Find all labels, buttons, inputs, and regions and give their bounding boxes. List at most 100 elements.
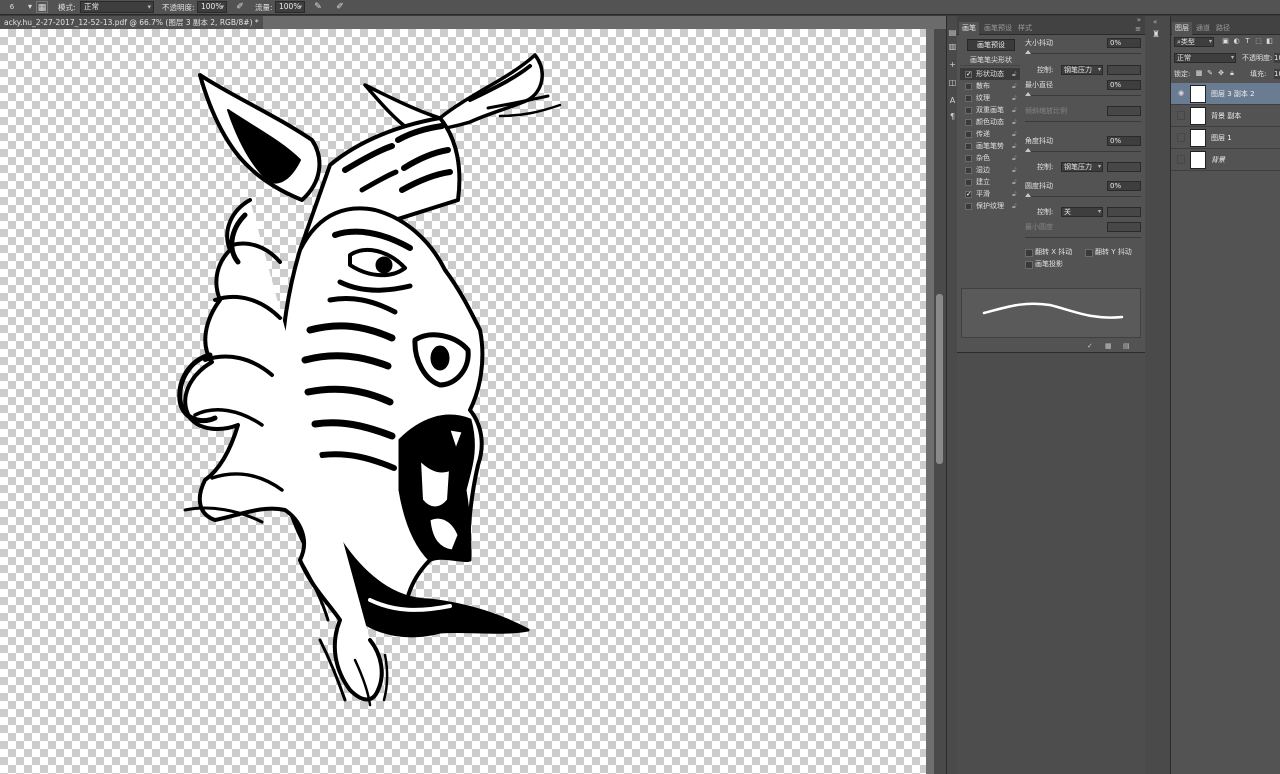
filter-type-icon[interactable]: T [1243, 37, 1252, 46]
option-lock-icon[interactable]: 🔓︎ [1012, 128, 1017, 140]
slider-knob[interactable] [1025, 148, 1031, 152]
brush-option-checkbox[interactable] [965, 107, 972, 114]
brush-preset-picker-icon[interactable]: 6 [6, 1, 18, 13]
character-icon[interactable]: A [948, 96, 957, 105]
brush-option-checkbox[interactable] [965, 131, 972, 138]
brush-option-checkbox[interactable] [965, 179, 972, 186]
panel-menu-icon[interactable]: ≡ [1135, 25, 1141, 33]
roundness-jitter-field[interactable]: 0% [1107, 181, 1141, 191]
chevron-down-icon[interactable]: ▾ [24, 1, 36, 13]
paragraph-icon[interactable]: ¶ [948, 112, 957, 121]
layer-row[interactable]: ◉ 图层 3 副本 2 [1171, 83, 1280, 105]
lock-transparent-icon[interactable]: ▩ [1195, 69, 1203, 78]
opacity-field[interactable]: 100% [197, 1, 227, 13]
brush-option-item[interactable]: 建立 🔓︎ [960, 176, 1020, 188]
blend-mode-select[interactable]: 正常 [1174, 53, 1236, 63]
option-lock-icon[interactable]: 🔓︎ [1012, 92, 1017, 104]
lock-image-icon[interactable]: ✎ [1206, 69, 1214, 78]
scrollbar-thumb[interactable] [936, 294, 943, 464]
brush-grid-icon[interactable]: ▦ [1105, 342, 1112, 350]
layer-filter-select[interactable]: ⌕类型 [1174, 37, 1214, 47]
layer-opacity-field[interactable]: 10 [1274, 53, 1280, 63]
pressure-size-icon[interactable]: ✐ [334, 1, 346, 13]
option-lock-icon[interactable]: 🔓︎ [1012, 200, 1017, 212]
option-lock-icon[interactable]: 🔓︎ [1012, 176, 1017, 188]
flip-y-jitter-checkbox[interactable]: 翻转 Y 抖动 [1085, 247, 1132, 257]
filter-shape-icon[interactable]: ⬚ [1254, 37, 1263, 46]
brush-option-item[interactable]: 画笔笔势 🔓︎ [960, 140, 1020, 152]
option-lock-icon[interactable]: 🔓︎ [1012, 68, 1017, 80]
layer-row[interactable]: 图层 1 [1171, 127, 1280, 149]
brush-option-item[interactable]: ✓ 形状动态 🔓︎ [960, 68, 1020, 80]
brush-projection-checkbox[interactable]: 画笔投影 [1025, 259, 1063, 269]
document-tab[interactable]: acky.hu_2-27-2017_12-52-13.pdf @ 66.7% (… [0, 16, 263, 29]
tab-paths[interactable]: 路径 [1213, 22, 1233, 35]
filter-smart-object-icon[interactable]: ◧ [1265, 37, 1274, 46]
slider-knob[interactable] [1025, 92, 1031, 96]
tab-layers[interactable]: 图层 [1172, 22, 1192, 35]
option-lock-icon[interactable]: 🔓︎ [1012, 188, 1017, 200]
brush-option-item[interactable]: 双重画笔 🔓︎ [960, 104, 1020, 116]
slider-knob[interactable] [1025, 193, 1031, 197]
option-lock-icon[interactable]: 🔓︎ [1012, 116, 1017, 128]
tab-styles[interactable]: 样式 [1015, 22, 1035, 35]
collapse-icon[interactable]: » [1137, 16, 1141, 24]
airbrush-icon[interactable]: ✎ [312, 1, 324, 13]
brush-option-item[interactable]: 散布 🔓︎ [960, 80, 1020, 92]
brush-option-checkbox[interactable] [965, 119, 972, 126]
visibility-eye-icon[interactable] [1177, 111, 1185, 120]
lock-all-icon[interactable]: 🔒︎ [1228, 69, 1236, 78]
canvas[interactable] [0, 29, 926, 774]
brush-option-item[interactable]: 传递 🔓︎ [960, 128, 1020, 140]
layer-row[interactable]: 背景 [1171, 149, 1280, 171]
mode-select[interactable]: 正常 [80, 1, 154, 13]
option-lock-icon[interactable]: 🔓︎ [1012, 152, 1017, 164]
option-lock-icon[interactable]: 🔓︎ [1012, 140, 1017, 152]
lock-position-icon[interactable]: ✥ [1217, 69, 1225, 78]
option-lock-icon[interactable]: 🔓︎ [1012, 80, 1017, 92]
roundness-control-select[interactable]: 关 [1061, 207, 1103, 217]
vertical-scrollbar[interactable] [934, 29, 946, 774]
tab-channels[interactable]: 通道 [1193, 22, 1213, 35]
min-diameter-slider[interactable] [1025, 92, 1141, 96]
collapse-icon[interactable]: « [1153, 18, 1157, 26]
brush-option-item[interactable]: 颜色动态 🔓︎ [960, 116, 1020, 128]
plus-icon[interactable]: + [948, 60, 957, 69]
fill-field[interactable]: 10 [1274, 69, 1280, 79]
brush-option-checkbox[interactable] [965, 83, 972, 90]
new-brush-icon[interactable]: ▤ [1123, 342, 1130, 350]
tab-brush[interactable]: 画笔 [959, 22, 979, 35]
flow-field[interactable]: 100% [275, 1, 305, 13]
brush-option-checkbox[interactable] [965, 143, 972, 150]
visibility-eye-icon[interactable] [1177, 155, 1185, 164]
size-control-select[interactable]: 钢笔压力 [1061, 65, 1103, 75]
tab-brush-presets[interactable]: 画笔预设 [981, 22, 1015, 35]
slider-knob[interactable] [1025, 50, 1031, 54]
history-icon[interactable]: ◫ [948, 78, 957, 87]
brush-option-checkbox[interactable]: ✓ [965, 191, 972, 198]
brush-tip-shape-item[interactable]: 画笔笔尖形状 [960, 54, 1020, 66]
pressure-opacity-icon[interactable]: ✐ [234, 1, 246, 13]
flip-x-jitter-checkbox[interactable]: 翻转 X 抖动 [1025, 247, 1072, 257]
toggle-brush-panel-icon[interactable]: ▦ [36, 1, 48, 13]
angle-jitter-field[interactable]: 0% [1107, 136, 1141, 146]
angle-control-select[interactable]: 钢笔压力 [1061, 162, 1103, 172]
brush-option-checkbox[interactable] [965, 203, 972, 210]
brush-option-checkbox[interactable]: ✓ [965, 71, 972, 78]
roundness-jitter-slider[interactable] [1025, 193, 1141, 197]
visibility-eye-icon[interactable]: ◉ [1177, 89, 1185, 98]
size-jitter-field[interactable]: 0% [1107, 38, 1141, 48]
brush-option-item[interactable]: 湿边 🔓︎ [960, 164, 1020, 176]
filter-adjustment-icon[interactable]: ◐ [1232, 37, 1241, 46]
brush-option-item[interactable]: 杂色 🔓︎ [960, 152, 1020, 164]
min-diameter-field[interactable]: 0% [1107, 80, 1141, 90]
brush-option-checkbox[interactable] [965, 167, 972, 174]
option-lock-icon[interactable]: 🔓︎ [1012, 104, 1017, 116]
brush-option-item[interactable]: ✓ 平滑 🔓︎ [960, 188, 1020, 200]
visibility-eye-icon[interactable] [1177, 133, 1185, 142]
tool-presets-icon[interactable]: ♜ [1152, 30, 1160, 40]
angle-jitter-slider[interactable] [1025, 148, 1141, 152]
size-jitter-slider[interactable] [1025, 50, 1141, 54]
brush-presets-icon[interactable]: ▥ [948, 42, 957, 51]
option-lock-icon[interactable]: 🔓︎ [1012, 164, 1017, 176]
